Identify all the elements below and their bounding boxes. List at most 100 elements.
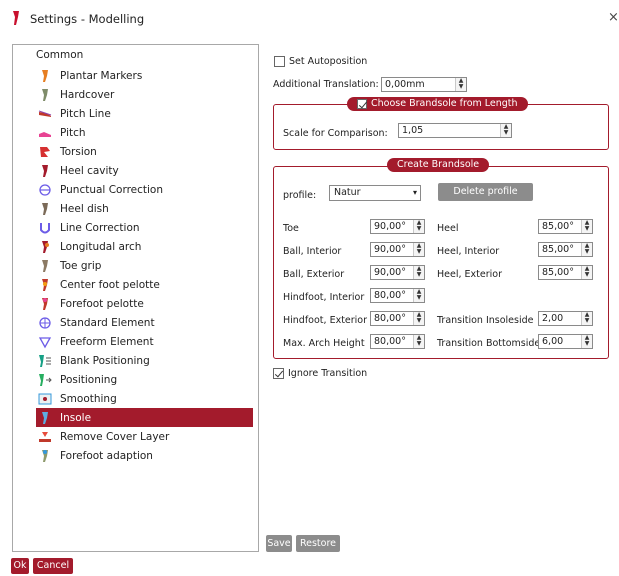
brandsole-from-length-checkbox[interactable] — [357, 98, 367, 109]
ball-interior-spinbox[interactable]: 90,00° ▲ ▼ — [370, 242, 425, 257]
tree-item-pitch-line[interactable]: Pitch Line — [36, 104, 253, 123]
toe-spinbox[interactable]: 90,00° ▲ ▼ — [370, 219, 425, 234]
spin-arrows-icon[interactable]: ▲ ▼ — [455, 78, 466, 91]
heel-label: Heel — [437, 223, 459, 234]
tree-item-center-foot-pelotte[interactable]: Center foot pelotte — [36, 275, 253, 294]
spin-arrows-icon[interactable]: ▲ ▼ — [413, 335, 424, 348]
brandsole-from-length-title-text: Choose Brandsole from Length — [371, 98, 518, 109]
spin-arrows-icon[interactable]: ▲ ▼ — [413, 312, 424, 325]
tree-item-heel-dish[interactable]: Heel dish — [36, 199, 253, 218]
tree-item-label: Forefoot pelotte — [60, 297, 144, 310]
scale-comparison-spinbox[interactable]: 1,05 ▲ ▼ — [398, 123, 512, 138]
spin-arrows-icon[interactable]: ▲ ▼ — [413, 266, 424, 279]
tree-item-hardcover[interactable]: Hardcover — [36, 85, 253, 104]
tree-item-remove-cover-layer[interactable]: Remove Cover Layer — [36, 427, 253, 446]
tree-item-label: Freeform Element — [60, 335, 154, 348]
tree-item-freeform-element[interactable]: Freeform Element — [36, 332, 253, 351]
spin-arrows-icon[interactable]: ▲ ▼ — [581, 243, 592, 256]
restore-button[interactable]: Restore — [296, 535, 340, 552]
heel-spinbox[interactable]: 85,00° ▲ ▼ — [538, 219, 593, 234]
tree-item-label: Toe grip — [60, 259, 102, 272]
torsion-icon — [38, 145, 52, 159]
tree-item-positioning[interactable]: Positioning — [36, 370, 253, 389]
ball-exterior-spinbox[interactable]: 90,00° ▲ ▼ — [370, 265, 425, 280]
set-autoposition-label: Set Autoposition — [289, 56, 368, 67]
max-arch-height-value: 80,00° — [374, 336, 406, 347]
spin-arrows-icon[interactable]: ▲ ▼ — [413, 243, 424, 256]
tree-item-punctual-correction[interactable]: Punctual Correction — [36, 180, 253, 199]
title-bar: Settings - Modelling × — [0, 0, 619, 36]
line-correction-icon — [38, 221, 52, 235]
brandsole-from-length-title[interactable]: Choose Brandsole from Length — [347, 97, 528, 111]
tree-item-smoothing[interactable]: Smoothing — [36, 389, 253, 408]
tree-item-blank-positioning[interactable]: Blank Positioning — [36, 351, 253, 370]
heel-interior-spinbox[interactable]: 85,00° ▲ ▼ — [538, 242, 593, 257]
spin-arrows-icon[interactable]: ▲ ▼ — [581, 335, 592, 348]
blank-positioning-icon — [38, 354, 52, 368]
ok-button[interactable]: Ok — [11, 558, 29, 574]
tree-item-plantar-markers[interactable]: Plantar Markers — [36, 66, 253, 85]
max-arch-height-label: Max. Arch Height — [283, 338, 365, 349]
close-button[interactable]: × — [608, 10, 619, 25]
tree-item-toe-grip[interactable]: Toe grip — [36, 256, 253, 275]
pitch-line-icon — [38, 107, 52, 121]
tree-item-label: Hardcover — [60, 88, 115, 101]
transition-insoleside-value: 2,00 — [542, 313, 564, 324]
toe-label: Toe — [283, 223, 299, 234]
heel-value: 85,00° — [542, 221, 574, 232]
spin-arrows-icon[interactable]: ▲ ▼ — [581, 312, 592, 325]
profile-select[interactable]: Natur ▾ — [329, 185, 421, 201]
heel-interior-value: 85,00° — [542, 244, 574, 255]
tree-item-torsion[interactable]: Torsion — [36, 142, 253, 161]
cancel-button[interactable]: Cancel — [33, 558, 73, 574]
delete-profile-button[interactable]: Delete profile — [438, 183, 533, 201]
positioning-icon — [38, 373, 52, 387]
tree-item-label: Center foot pelotte — [60, 278, 160, 291]
standard-element-icon — [38, 316, 52, 330]
tree-item-insole[interactable]: Insole — [36, 408, 253, 427]
set-autoposition-checkbox[interactable] — [274, 56, 285, 67]
settings-tree[interactable]: Common Plantar Markers Hardcover Pitch L… — [12, 44, 259, 552]
additional-translation-spinbox[interactable]: 0,00mm ▲ ▼ — [381, 77, 467, 92]
pitch-icon — [38, 126, 52, 140]
scale-comparison-value: 1,05 — [402, 125, 424, 136]
heel-dish-icon — [38, 202, 52, 216]
app-logo-icon — [13, 11, 19, 25]
tree-item-label: Pitch Line — [60, 107, 111, 120]
save-button[interactable]: Save — [266, 535, 292, 552]
profile-select-value: Natur — [334, 187, 361, 198]
spin-arrows-icon[interactable]: ▲ ▼ — [581, 266, 592, 279]
tree-item-label: Line Correction — [60, 221, 140, 234]
heel-exterior-value: 85,00° — [542, 267, 574, 278]
spin-arrows-icon[interactable]: ▲ ▼ — [581, 220, 592, 233]
transition-insoleside-label: Transition Insoleside — [437, 315, 534, 326]
tree-item-label: Insole — [60, 411, 92, 424]
hindfoot-interior-spinbox[interactable]: 80,00° ▲ ▼ — [370, 288, 425, 303]
tree-item-forefoot-pelotte[interactable]: Forefoot pelotte — [36, 294, 253, 313]
transition-insoleside-spinbox[interactable]: 2,00 ▲ ▼ — [538, 311, 593, 326]
spin-arrows-icon[interactable]: ▲ ▼ — [413, 220, 424, 233]
tree-item-pitch[interactable]: Pitch — [36, 123, 253, 142]
spin-arrows-icon[interactable]: ▲ ▼ — [413, 289, 424, 302]
heel-exterior-spinbox[interactable]: 85,00° ▲ ▼ — [538, 265, 593, 280]
hindfoot-exterior-spinbox[interactable]: 80,00° ▲ ▼ — [370, 311, 425, 326]
toe-value: 90,00° — [374, 221, 406, 232]
tree-item-forefoot-adaption[interactable]: Forefoot adaption — [36, 446, 253, 465]
hindfoot-interior-label: Hindfoot, Interior — [283, 292, 365, 303]
tree-group-common[interactable]: Common — [36, 49, 83, 61]
ignore-transition-checkbox[interactable] — [273, 368, 284, 379]
tree-item-label: Blank Positioning — [60, 354, 150, 367]
tree-item-label: Pitch — [60, 126, 86, 139]
transition-bottomside-spinbox[interactable]: 6,00 ▲ ▼ — [538, 334, 593, 349]
transition-bottomside-value: 6,00 — [542, 336, 564, 347]
chevron-down-icon: ▾ — [412, 188, 417, 197]
tree-item-standard-element[interactable]: Standard Element — [36, 313, 253, 332]
tree-item-longitudal-arch[interactable]: Longitudal arch — [36, 237, 253, 256]
additional-translation-label: Additional Translation: — [273, 79, 379, 90]
heel-exterior-label: Heel, Exterior — [437, 269, 502, 280]
tree-item-heel-cavity[interactable]: Heel cavity — [36, 161, 253, 180]
max-arch-height-spinbox[interactable]: 80,00° ▲ ▼ — [370, 334, 425, 349]
spin-arrows-icon[interactable]: ▲ ▼ — [500, 124, 511, 137]
tree-item-line-correction[interactable]: Line Correction — [36, 218, 253, 237]
freeform-element-icon — [38, 335, 52, 349]
